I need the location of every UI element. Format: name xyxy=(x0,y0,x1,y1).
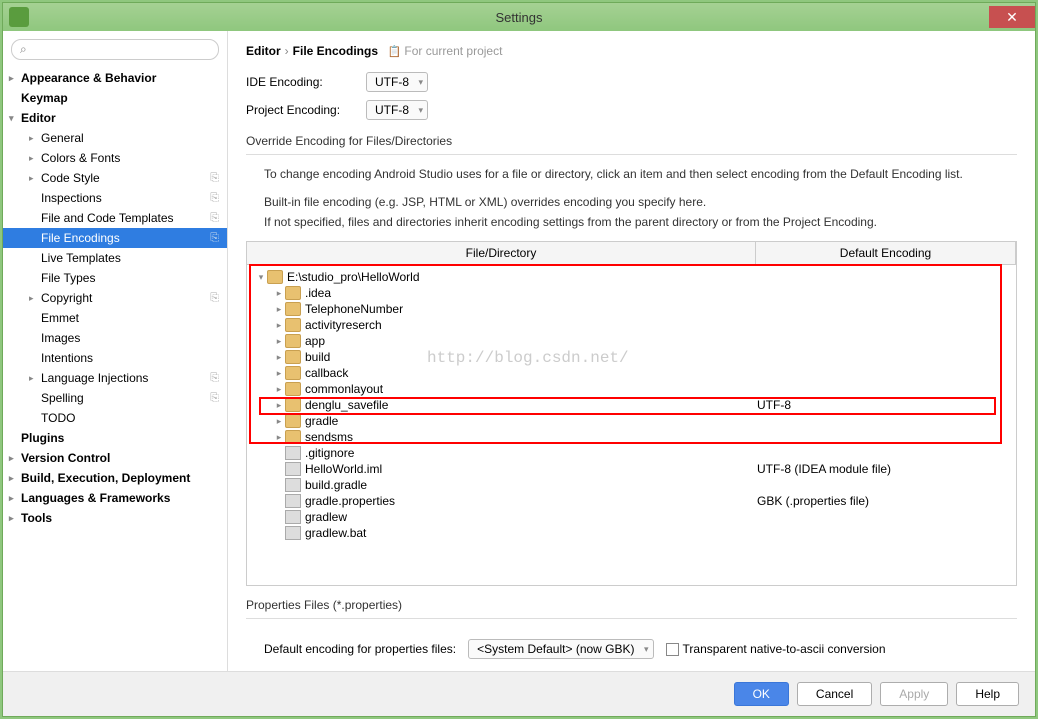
sidebar-item-file-and-code-templates[interactable]: File and Code Templates⎘ xyxy=(3,208,227,228)
copy-icon: ⎘ xyxy=(210,212,219,225)
sidebar-item-keymap[interactable]: Keymap xyxy=(3,88,227,108)
sidebar-item-file-types[interactable]: File Types xyxy=(3,268,227,288)
folder-icon xyxy=(285,414,301,428)
file-icon xyxy=(285,510,301,524)
col-file-directory[interactable]: File/Directory xyxy=(247,242,756,264)
sidebar-item-tools[interactable]: ▸Tools xyxy=(3,508,227,528)
props-title: Properties Files (*.properties) xyxy=(246,598,1017,612)
tree-row[interactable]: build.gradle xyxy=(247,477,1016,493)
tree-row[interactable]: gradlew xyxy=(247,509,1016,525)
app-icon xyxy=(9,7,29,27)
copy-icon: ⎘ xyxy=(210,292,219,305)
tree-row[interactable]: gradle.propertiesGBK (.properties file) xyxy=(247,493,1016,509)
sidebar-item-general[interactable]: ▸General xyxy=(3,128,227,148)
tree-row[interactable]: ▸app xyxy=(247,333,1016,349)
file-icon xyxy=(285,494,301,508)
file-icon xyxy=(285,446,301,460)
help-text-3: If not specified, files and directories … xyxy=(264,213,1017,231)
folder-icon xyxy=(285,302,301,316)
sidebar-item-appearance-behavior[interactable]: ▸Appearance & Behavior xyxy=(3,68,227,88)
override-title: Override Encoding for Files/Directories xyxy=(246,134,1017,148)
search-input[interactable]: ⌕ xyxy=(11,39,219,60)
folder-icon xyxy=(285,318,301,332)
tree-row[interactable]: ▸commonlayout xyxy=(247,381,1016,397)
tree-row[interactable]: .gitignore xyxy=(247,445,1016,461)
sidebar: ⌕ ▸Appearance & BehaviorKeymap▾Editor▸Ge… xyxy=(3,31,228,671)
folder-icon xyxy=(285,286,301,300)
folder-icon xyxy=(285,398,301,412)
search-icon: ⌕ xyxy=(20,42,27,57)
copy-icon: ⎘ xyxy=(210,192,219,205)
copy-icon: ⎘ xyxy=(210,172,219,185)
sidebar-item-inspections[interactable]: Inspections⎘ xyxy=(3,188,227,208)
apply-button[interactable]: Apply xyxy=(880,682,948,706)
sidebar-item-code-style[interactable]: ▸Code Style⎘ xyxy=(3,168,227,188)
titlebar: Settings ✕ xyxy=(3,3,1035,31)
tree-row[interactable]: HelloWorld.imlUTF-8 (IDEA module file) xyxy=(247,461,1016,477)
folder-icon xyxy=(285,382,301,396)
breadcrumb: Editor›File Encodings 📋 For current proj… xyxy=(246,43,1017,58)
tree-row[interactable]: ▸TelephoneNumber xyxy=(247,301,1016,317)
sidebar-item-intentions[interactable]: Intentions xyxy=(3,348,227,368)
props-encoding-label: Default encoding for properties files: xyxy=(264,642,456,656)
sidebar-item-build-execution-deployment[interactable]: ▸Build, Execution, Deployment xyxy=(3,468,227,488)
tree-row[interactable]: ▸.idea xyxy=(247,285,1016,301)
sidebar-item-languages-frameworks[interactable]: ▸Languages & Frameworks xyxy=(3,488,227,508)
copy-icon: ⎘ xyxy=(210,232,219,245)
tree-row[interactable]: ▸sendsms xyxy=(247,429,1016,445)
props-encoding-combo[interactable]: <System Default> (now GBK) xyxy=(468,639,653,659)
sidebar-item-images[interactable]: Images xyxy=(3,328,227,348)
tree-row[interactable]: ▸activityreserch xyxy=(247,317,1016,333)
sidebar-item-spelling[interactable]: Spelling⎘ xyxy=(3,388,227,408)
help-button[interactable]: Help xyxy=(956,682,1019,706)
folder-icon xyxy=(267,270,283,284)
col-default-encoding[interactable]: Default Encoding xyxy=(756,242,1016,264)
sidebar-item-todo[interactable]: TODO xyxy=(3,408,227,428)
encoding-table: File/Directory Default Encoding http://b… xyxy=(246,241,1017,586)
project-encoding-combo[interactable]: UTF-8 xyxy=(366,100,428,120)
tree-row[interactable]: ▾E:\studio_pro\HelloWorld xyxy=(247,269,1016,285)
tree-row[interactable]: ▸gradle xyxy=(247,413,1016,429)
folder-icon xyxy=(285,334,301,348)
sidebar-item-copyright[interactable]: ▸Copyright⎘ xyxy=(3,288,227,308)
help-text-2: Built-in file encoding (e.g. JSP, HTML o… xyxy=(264,193,1017,211)
folder-icon xyxy=(285,366,301,380)
sidebar-item-file-encodings[interactable]: File Encodings⎘ xyxy=(3,228,227,248)
sidebar-item-version-control[interactable]: ▸Version Control xyxy=(3,448,227,468)
close-button[interactable]: ✕ xyxy=(989,6,1035,28)
window-title: Settings xyxy=(496,10,543,25)
tree-row[interactable]: ▸build xyxy=(247,349,1016,365)
file-icon xyxy=(285,478,301,492)
file-icon xyxy=(285,462,301,476)
sidebar-item-editor[interactable]: ▾Editor xyxy=(3,108,227,128)
ide-encoding-combo[interactable]: UTF-8 xyxy=(366,72,428,92)
tree-row[interactable]: gradlew.bat xyxy=(247,525,1016,541)
ok-button[interactable]: OK xyxy=(734,682,789,706)
file-icon xyxy=(285,526,301,540)
tree-row[interactable]: ▸callback xyxy=(247,365,1016,381)
sidebar-item-plugins[interactable]: Plugins xyxy=(3,428,227,448)
sidebar-item-colors-fonts[interactable]: ▸Colors & Fonts xyxy=(3,148,227,168)
transparent-checkbox[interactable]: Transparent native-to-ascii conversion xyxy=(666,642,886,656)
sidebar-item-language-injections[interactable]: ▸Language Injections⎘ xyxy=(3,368,227,388)
copy-icon: ⎘ xyxy=(210,392,219,405)
folder-icon xyxy=(285,430,301,444)
sidebar-item-emmet[interactable]: Emmet xyxy=(3,308,227,328)
copy-icon: ⎘ xyxy=(210,372,219,385)
sidebar-item-live-templates[interactable]: Live Templates xyxy=(3,248,227,268)
folder-icon xyxy=(285,350,301,364)
help-text-1: To change encoding Android Studio uses f… xyxy=(264,165,1017,183)
project-encoding-label: Project Encoding: xyxy=(246,103,366,117)
tree-row[interactable]: ▸denglu_savefileUTF-8 xyxy=(247,397,1016,413)
cancel-button[interactable]: Cancel xyxy=(797,682,872,706)
ide-encoding-label: IDE Encoding: xyxy=(246,75,366,89)
search-field[interactable] xyxy=(31,43,210,57)
